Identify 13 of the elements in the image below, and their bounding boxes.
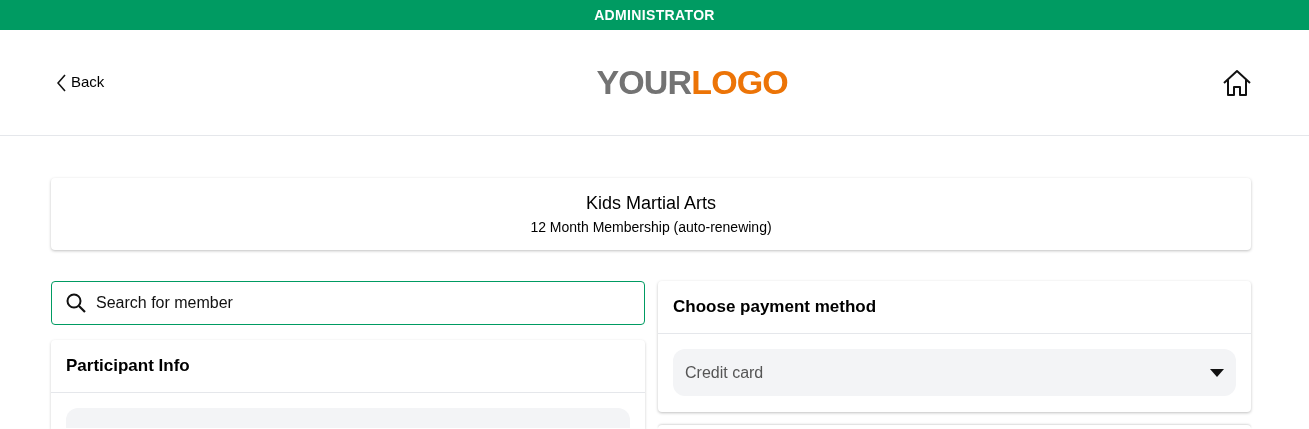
product-subtitle: 12 Month Membership (auto-renewing) — [530, 218, 772, 237]
chevron-left-icon — [57, 73, 67, 92]
payment-select[interactable]: Credit card — [673, 349, 1236, 396]
home-icon[interactable] — [1222, 68, 1252, 97]
role-banner: ADMINISTRATOR — [0, 0, 1309, 30]
back-link[interactable]: Back — [57, 71, 105, 94]
search-icon — [66, 293, 86, 313]
search-field[interactable]: Search for member — [51, 281, 645, 325]
logo: YOURLOGO — [596, 62, 788, 103]
card-title: Participant Info — [66, 355, 190, 378]
caret-down-icon — [1210, 368, 1224, 377]
product-title: Kids Martial Arts — [585, 192, 716, 215]
card-title: Choose payment method — [673, 296, 877, 319]
